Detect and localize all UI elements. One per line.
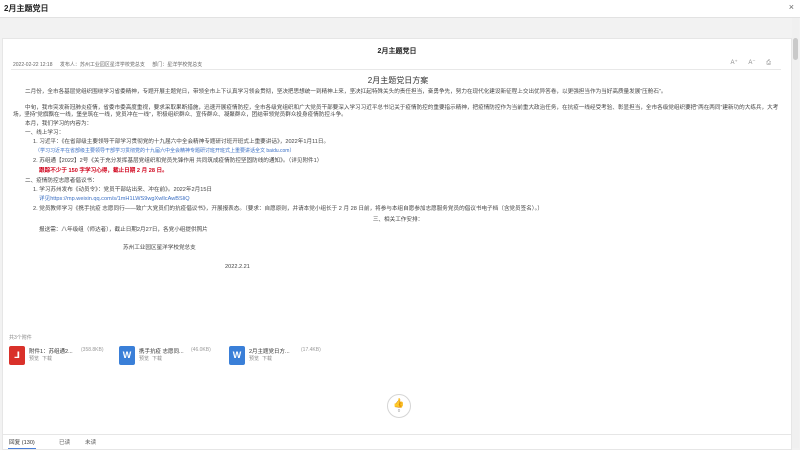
window-title: 2月主题党日 — [4, 4, 49, 13]
paragraph: 中旬，我市突发新冠肺炎疫情，省委市委高度重视，要求采取果断措施，迅速开展疫情防控… — [13, 105, 779, 118]
attachment-item[interactable]: ⅃ 附件1：苏组通2... (358.8KB) 预览 下载 — [9, 344, 109, 370]
article-link[interactable]: 详见https://mp.weixin.qq.com/s/1mH1LWS9wgX… — [39, 196, 190, 203]
paragraph: 本月，我们学习的内容为： — [25, 121, 93, 127]
attachment-size: (46.0KB) — [191, 347, 211, 353]
document-heading: 2月主题党日方案 — [367, 76, 429, 85]
attachment-item[interactable]: W 携手抗疫 志愿同... (46.0KB) 预览 下载 — [119, 344, 219, 370]
signature-date: 2022.2.21 — [225, 264, 250, 270]
section-heading: 二、疫情防控志愿者倡议书： — [25, 178, 98, 184]
page-title: 2月主题党日 — [377, 48, 417, 55]
document-body: 2月主题党日方案 二月份，全市各基层党组织围绕学习省委精神，专题开展主题党日，带… — [13, 73, 783, 323]
tab-unread[interactable]: 未读 — [85, 438, 96, 446]
download-link[interactable]: 下载 — [152, 356, 162, 362]
publisher: 发布人：苏州工业园区星洋学校党总支 — [59, 62, 145, 68]
tab-read[interactable]: 已读 — [59, 438, 70, 446]
signature-org: 苏州工业园区星洋学校党总支 — [123, 245, 196, 251]
preview-link[interactable]: 预览 — [29, 356, 39, 362]
word-icon: W — [229, 346, 245, 365]
attachment-item[interactable]: W 2月主题党日方... (17.4KB) 预览 下载 — [229, 344, 329, 370]
document-meta: 2022-02-22 12:18 发布人：苏州工业园区星洋学校党总支 部门：星洋… — [13, 61, 208, 68]
deadline-note: 跟踪不少于 150 字学习心得，截止日期 2 月 28 日。 — [39, 168, 168, 174]
attachment-name: 携手抗疫 志愿同... — [139, 349, 184, 355]
pdf-icon: ⅃ — [9, 346, 25, 365]
scrollbar-thumb[interactable] — [793, 38, 798, 60]
window-titlebar: 2月主题党日 × — [0, 0, 800, 18]
attachment-size: (17.4KB) — [301, 347, 321, 353]
list-item: 1. 习近平：《在省部级主要领导干部学习贯彻党的十九届六中全会精神专题研讨班开班… — [33, 139, 330, 145]
font-decrease-button[interactable]: A⁻ — [748, 60, 755, 66]
publish-date: 2022-02-22 12:18 — [13, 62, 53, 68]
scrollbar[interactable] — [792, 18, 799, 448]
section-heading: 一、线上学习： — [25, 130, 65, 136]
like-count: 0 — [397, 408, 401, 413]
comment-tabs: 回复 (130) 已读 未读 — [3, 434, 791, 449]
paragraph: 报送需：八年级组（师达者），截止日期2月27日，各党小组提供照片 — [39, 227, 208, 233]
preview-link[interactable]: 预览 — [139, 356, 149, 362]
print-icon[interactable]: ⎙ — [766, 60, 771, 66]
font-increase-button[interactable]: A⁺ — [731, 60, 738, 66]
attachments-label: 共3个附件 — [9, 335, 32, 341]
preview-link[interactable]: 预览 — [249, 356, 259, 362]
close-icon[interactable]: × — [789, 2, 794, 12]
department: 部门：星洋学校党总支 — [152, 62, 203, 68]
reference-link[interactable]: （学习习近平在省部级主要领导干部学习贯彻党的十九届六中全会精神专题研讨班开班式上… — [35, 148, 294, 155]
tab-replies[interactable]: 回复 (130) — [8, 438, 36, 449]
download-link[interactable]: 下载 — [262, 356, 272, 362]
like-button[interactable]: 👍 0 — [387, 394, 411, 418]
attachment-name: 附件1：苏组通2... — [29, 349, 73, 355]
list-item: 1. 学习苏州发布《动员令》：党员干部站出来、冲在前》。2022年2月15日 — [33, 187, 213, 193]
download-link[interactable]: 下载 — [42, 356, 52, 362]
document-card: 2月主题党日 2022-02-22 12:18 发布人：苏州工业园区星洋学校党总… — [2, 38, 792, 450]
paragraph: 二月份，全市各基层党组织围绕学习省委精神，专题开展主题党日，带领全市上下认真学习… — [25, 89, 667, 95]
list-item: 2. 苏组通【2022】2号《关于充分发挥基层党组织和党员先锋作用 共同筑成疫情… — [33, 158, 323, 164]
word-icon: W — [119, 346, 135, 365]
attachment-size: (358.8KB) — [81, 347, 104, 353]
document-tools: A⁺ A⁻ ⎙ — [722, 59, 772, 67]
section-heading: 三、相关工作安排： — [372, 217, 424, 223]
attachment-name: 2月主题党日方... — [249, 349, 290, 355]
list-item: 2. 党员教师学习《携手抗疫 志愿同行——致广大党员们的抗疫倡议书》，开展报表态… — [33, 206, 543, 212]
divider — [11, 69, 781, 70]
